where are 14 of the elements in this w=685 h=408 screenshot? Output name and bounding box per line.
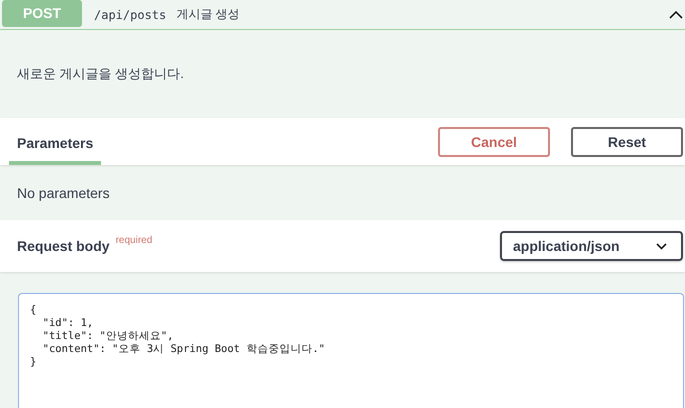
no-parameters-message: No parameters: [17, 184, 110, 200]
collapse-chevron-icon[interactable]: [669, 10, 683, 19]
request-body-field[interactable]: { "id": 1, "title": "안녕하세요", "content": "오후 3시 Spring Boot 학습중입니다." }: [18, 293, 684, 408]
reset-button[interactable]: Reset: [571, 126, 683, 156]
operation-description: 새로운 게시글을 생성합니다.: [17, 65, 184, 83]
required-label: required: [116, 235, 152, 246]
dropdown-chevron-icon: [656, 242, 667, 250]
content-type-select[interactable]: application/json: [500, 231, 683, 261]
endpoint-summary: 게시글 생성: [176, 6, 240, 23]
parameters-tab[interactable]: Parameters: [9, 118, 102, 165]
request-body-title: Request body: [17, 238, 110, 254]
cancel-button[interactable]: Cancel: [438, 126, 550, 156]
method-badge: POST: [2, 0, 82, 26]
endpoint-path: /api/posts: [94, 8, 166, 22]
